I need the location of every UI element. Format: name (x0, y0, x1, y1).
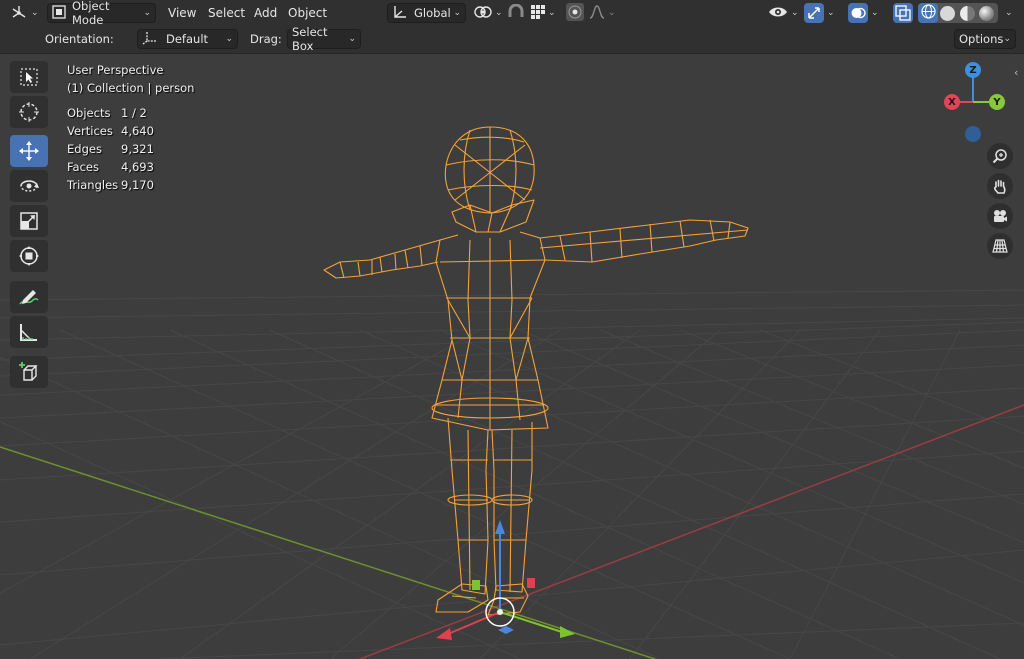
options-dropdown[interactable]: Options ⌄ (954, 29, 1016, 49)
chevron-down-icon: ⌄ (791, 8, 799, 18)
viewport-header: ⌄ Object Mode ⌄ View Select Add Object G… (0, 0, 1024, 27)
orientation-dropdown[interactable]: Default ⌄ (137, 29, 238, 49)
cursor-tool[interactable] (10, 96, 48, 128)
menu-view[interactable]: View (162, 3, 202, 23)
nav-gizmo-negative-z[interactable] (965, 126, 981, 142)
proportional-edit-toggle[interactable] (566, 2, 584, 24)
falloff-curve-icon (589, 4, 605, 22)
mode-label: Object Mode (72, 0, 110, 27)
menu-add[interactable]: Add (248, 3, 283, 23)
chevron-down-icon: ⌄ (348, 34, 356, 44)
snap-toggle[interactable] (507, 3, 525, 23)
nav-gizmo-z-axis[interactable]: Z (965, 62, 981, 78)
rendered-shading-button[interactable] (979, 5, 994, 21)
pivot-point-icon (474, 4, 492, 23)
options-label: Options (959, 32, 1004, 46)
wireframe-sphere-icon (920, 4, 936, 22)
solid-shading-button[interactable] (940, 5, 955, 21)
move-tool[interactable] (10, 135, 48, 167)
snap-icon (507, 3, 525, 23)
wireframe-shading-button[interactable] (918, 3, 938, 23)
camera-icon[interactable] (987, 203, 1013, 229)
mode-dropdown[interactable]: Object Mode ⌄ (47, 0, 156, 27)
drag-value: Select Box (292, 25, 328, 53)
hand-pan-icon[interactable] (987, 173, 1013, 199)
orientation-label: Orientation: (45, 32, 114, 46)
annotate-tool[interactable] (10, 281, 48, 313)
eye-visibility-icon (768, 4, 788, 23)
xray-icon (893, 3, 913, 23)
chevron-down-icon: ⌄ (453, 8, 461, 18)
add-cube-tool[interactable] (10, 356, 48, 388)
chevron-down-icon: ⌄ (143, 8, 151, 18)
rotate-tool[interactable] (10, 170, 48, 202)
menu-select[interactable]: Select (202, 3, 251, 23)
drag-dropdown[interactable]: Select Box ⌄ (287, 25, 361, 53)
visibility-dropdown[interactable]: ⌄ (768, 3, 799, 23)
xray-toggle[interactable] (893, 3, 913, 23)
transform-tool[interactable] (10, 240, 48, 272)
menu-object[interactable]: Object (282, 3, 333, 23)
shading-options-dropdown[interactable]: ⌄ (1002, 3, 1013, 23)
select-box-tool[interactable] (10, 61, 48, 93)
chevron-down-icon: ⌄ (871, 8, 879, 18)
scale-tool[interactable] (10, 205, 48, 237)
pivot-point-dropdown[interactable]: ⌄ (474, 3, 503, 23)
gizmo-icon (804, 3, 824, 23)
tool-settings-bar: Orientation: Default ⌄ Drag: Select Box … (0, 25, 1024, 54)
chevron-down-icon: ⌄ (608, 8, 616, 18)
editor-type-button[interactable]: ⌄ (10, 3, 39, 23)
drag-label: Drag: (250, 32, 282, 46)
falloff-dropdown[interactable]: ⌄ (589, 3, 616, 23)
shading-mode-group (918, 3, 998, 23)
measure-tool[interactable] (10, 316, 48, 348)
nav-gizmo-x-axis[interactable]: X (944, 94, 960, 110)
chevron-down-icon: ⌄ (1005, 8, 1013, 18)
chevron-down-icon: ⌄ (225, 34, 233, 44)
chevron-down-icon: ⌄ (548, 8, 556, 18)
sidebar-toggle-arrow[interactable]: ‹ (1014, 66, 1018, 79)
global-orientation-icon (392, 5, 408, 22)
snap-target-dropdown[interactable]: ⌄ (531, 3, 556, 23)
orientation-value: Default (166, 32, 209, 46)
3d-viewport-icon (10, 4, 28, 23)
navigation-gizmo-lines (955, 74, 993, 103)
chevron-down-icon: ⌄ (827, 8, 835, 18)
object-mode-icon (52, 4, 66, 22)
gizmo-toggle[interactable]: ⌄ (804, 3, 835, 23)
3d-viewport[interactable]: User Perspective (1) Collection | person… (0, 0, 1024, 659)
overlay-icon (848, 3, 868, 23)
snap-grid-icon (531, 4, 545, 22)
nav-gizmo-y-axis[interactable]: Y (989, 94, 1005, 110)
material-preview-shading-button[interactable] (960, 5, 975, 21)
zoom-icon[interactable] (987, 143, 1013, 169)
proportional-edit-icon (566, 2, 584, 24)
chevron-down-icon: ⌄ (31, 8, 39, 18)
grid-perspective-icon[interactable] (987, 233, 1013, 259)
chevron-down-icon: ⌄ (495, 8, 503, 18)
orientation-label: Global (414, 6, 451, 20)
transform-axes-icon (142, 31, 158, 48)
overlay-toggle[interactable]: ⌄ (848, 3, 879, 23)
chevron-down-icon: ⌄ (1003, 34, 1011, 44)
transform-orientation-dropdown[interactable]: Global ⌄ (387, 3, 466, 23)
